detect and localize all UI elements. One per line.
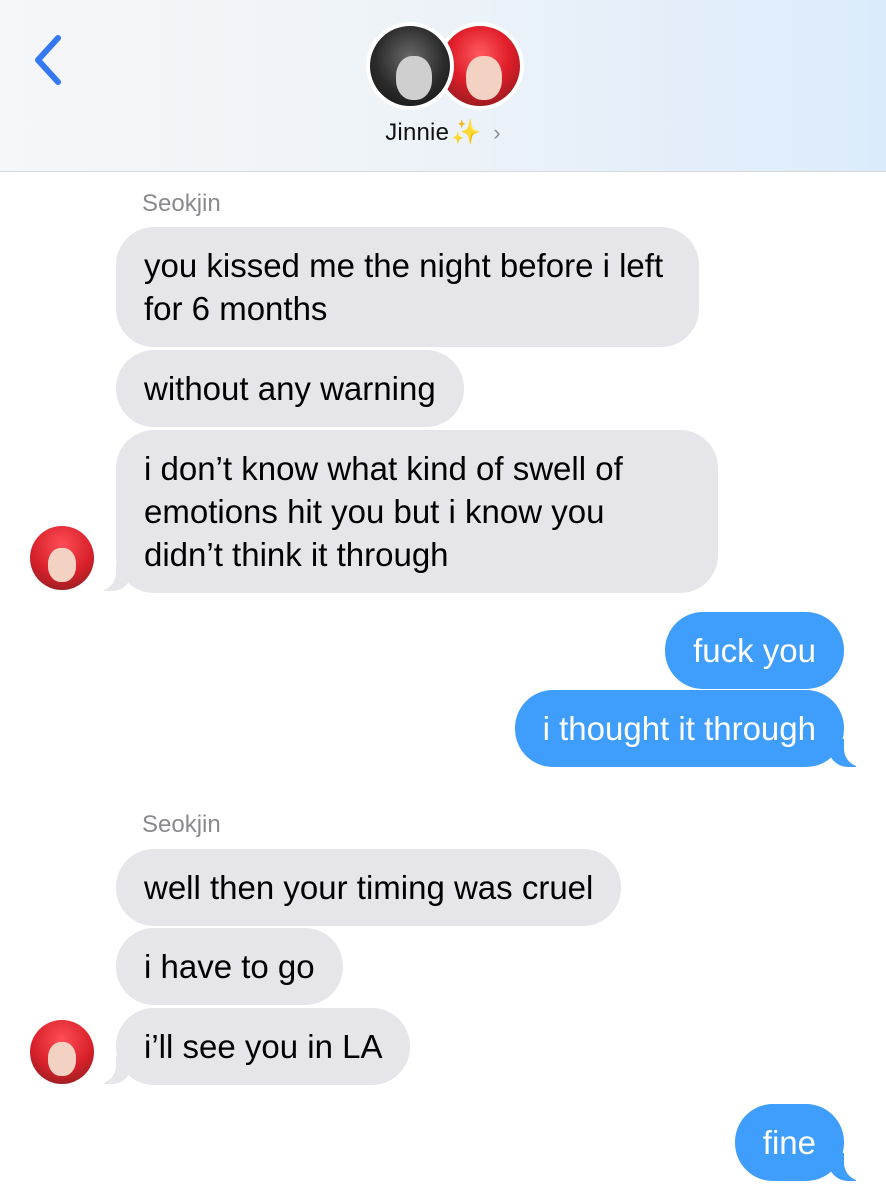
message-bubble-outgoing[interactable]: fine — [734, 1104, 844, 1181]
message-bubble-outgoing[interactable]: i thought it through — [514, 690, 844, 767]
message-bubble-incoming[interactable]: i don’t know what kind of swell of emoti… — [116, 430, 718, 593]
chevron-left-icon — [35, 35, 61, 85]
bubble-tail — [828, 1147, 868, 1181]
bubble-tail — [828, 733, 868, 767]
group-avatar-1[interactable] — [366, 22, 454, 110]
conversation-header: Jinnie✨ › — [0, 0, 886, 172]
message-bubble-incoming[interactable]: well then your timing was cruel — [116, 849, 622, 926]
chevron-right-icon: › — [493, 120, 501, 145]
sparkle-emoji: ✨ — [451, 119, 482, 146]
sender-name: Seokjin — [142, 190, 221, 217]
back-button[interactable] — [28, 30, 72, 90]
contact-name: Jinnie — [385, 119, 450, 146]
message-bubble-incoming[interactable]: i’ll see you in LA — [116, 1008, 411, 1085]
sender-avatar[interactable] — [30, 1020, 94, 1084]
message-bubble-outgoing[interactable]: fuck you — [665, 612, 844, 689]
message-bubble-incoming[interactable]: i have to go — [116, 928, 343, 1005]
contact-name-button[interactable]: Jinnie✨ › — [0, 118, 886, 147]
sender-name: Seokjin — [142, 811, 221, 838]
bubble-tail — [92, 1050, 132, 1084]
message-bubble-incoming[interactable]: you kissed me the night before i left fo… — [116, 227, 699, 347]
sender-avatar[interactable] — [30, 526, 94, 590]
bubble-tail — [92, 557, 132, 591]
message-bubble-incoming[interactable]: without any warning — [116, 350, 464, 427]
